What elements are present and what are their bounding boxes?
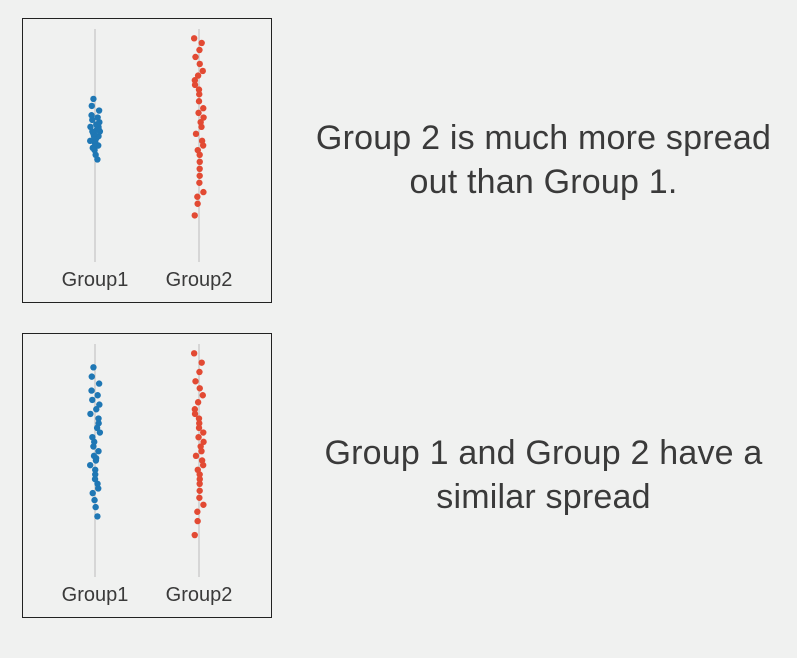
data-point — [87, 462, 93, 468]
data-point — [200, 189, 206, 195]
data-point — [94, 114, 100, 120]
data-point — [197, 159, 203, 165]
data-point — [89, 397, 95, 403]
data-point — [196, 47, 202, 53]
data-point — [90, 96, 96, 102]
data-point — [200, 114, 206, 120]
data-point — [200, 105, 206, 111]
data-point — [195, 434, 201, 440]
group-label: Group2 — [166, 584, 233, 606]
data-point — [200, 392, 206, 398]
data-point — [95, 415, 101, 421]
data-point — [192, 532, 198, 538]
data-point — [196, 488, 202, 494]
data-point — [89, 434, 95, 440]
page: Group1 Group2 Group 2 is much more spread… — [0, 0, 797, 658]
caption-top: Group 2 is much more spread out than Gro… — [312, 117, 775, 204]
data-point — [195, 72, 201, 78]
data-point — [88, 387, 94, 393]
data-point — [194, 509, 200, 515]
data-point — [195, 467, 201, 473]
data-point — [89, 103, 95, 109]
group-label: Group2 — [166, 269, 233, 291]
data-point — [194, 201, 200, 207]
data-point — [196, 180, 202, 186]
data-point — [198, 40, 204, 46]
data-point — [94, 513, 100, 519]
data-point — [199, 457, 205, 463]
data-point — [197, 385, 203, 391]
data-point — [89, 373, 95, 379]
data-point — [196, 495, 202, 501]
chart-top: Group1 Group2 — [22, 18, 272, 303]
data-point — [196, 166, 202, 172]
data-point — [198, 359, 204, 365]
data-point — [90, 364, 96, 370]
data-point — [96, 401, 102, 407]
row-top: Group1 Group2 Group 2 is much more spread… — [22, 18, 775, 303]
data-point — [195, 110, 201, 116]
data-point — [191, 350, 197, 356]
data-point — [194, 518, 200, 524]
caption-bottom: Group 1 and Group 2 have a similar sprea… — [312, 432, 775, 519]
data-point — [191, 35, 197, 41]
chart-bottom: Group1 Group2 — [22, 333, 272, 618]
data-point — [92, 467, 98, 473]
data-point — [196, 173, 202, 179]
data-point — [96, 380, 102, 386]
data-point — [192, 212, 198, 218]
data-point — [91, 497, 97, 503]
data-point — [192, 54, 198, 60]
data-point — [88, 112, 94, 118]
data-point — [87, 124, 93, 130]
data-point — [196, 369, 202, 375]
data-point — [96, 107, 102, 113]
data-point — [197, 61, 203, 67]
data-point — [193, 131, 199, 137]
data-point — [94, 392, 100, 398]
data-point — [87, 411, 93, 417]
row-bottom: Group1 Group2 Group 1 and Group 2 have a … — [22, 333, 775, 618]
data-point — [200, 439, 206, 445]
data-point — [195, 399, 201, 405]
group-label: Group1 — [62, 584, 129, 606]
data-point — [199, 138, 205, 144]
data-point — [91, 453, 97, 459]
data-point — [90, 490, 96, 496]
data-point — [196, 98, 202, 104]
data-point — [193, 453, 199, 459]
data-point — [194, 194, 200, 200]
data-point — [192, 378, 198, 384]
data-point — [200, 502, 206, 508]
strip-plot: Group1 Group2 — [23, 334, 271, 617]
data-point — [95, 448, 101, 454]
data-point — [92, 504, 98, 510]
data-point — [200, 68, 206, 74]
strip-plot: Group1 Group2 — [23, 19, 271, 302]
data-point — [192, 406, 198, 412]
group-label: Group1 — [62, 269, 129, 291]
data-point — [195, 147, 201, 153]
